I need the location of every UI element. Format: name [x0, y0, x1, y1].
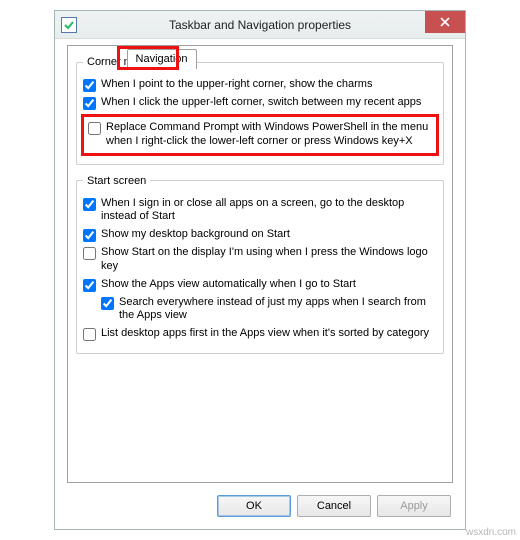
- tab-navigation[interactable]: Navigation: [127, 49, 197, 69]
- watermark: wsxdn.com: [466, 527, 516, 538]
- window-title: Taskbar and Navigation properties: [85, 18, 465, 32]
- tab-panel-navigation: Corner navigation When I point to the up…: [67, 45, 453, 483]
- checkbox-start-display[interactable]: [83, 247, 96, 260]
- checkbox-powershell-label: Replace Command Prompt with Windows Powe…: [106, 121, 432, 149]
- properties-window: Taskbar and Navigation properties Taskba…: [54, 10, 466, 530]
- checkbox-list-desktop-first[interactable]: [83, 328, 96, 341]
- app-icon: [61, 17, 77, 33]
- checkbox-row-go-desktop[interactable]: When I sign in or close all apps on a sc…: [83, 197, 437, 225]
- checkbox-search-everywhere-label: Search everywhere instead of just my app…: [119, 296, 437, 324]
- checkbox-charms-label: When I point to the upper-right corner, …: [101, 78, 437, 92]
- group-start-screen-legend: Start screen: [83, 175, 150, 187]
- close-icon: [440, 17, 450, 27]
- close-button[interactable]: [425, 11, 465, 33]
- checkbox-row-switch-apps[interactable]: When I click the upper-left corner, swit…: [83, 96, 437, 110]
- checkbox-switch-apps-label: When I click the upper-left corner, swit…: [101, 96, 437, 110]
- checkbox-apps-view[interactable]: [83, 279, 96, 292]
- checkbox-row-list-desktop-first[interactable]: List desktop apps first in the Apps view…: [83, 327, 437, 341]
- ok-button[interactable]: OK: [217, 495, 291, 517]
- checkbox-row-start-display[interactable]: Show Start on the display I'm using when…: [83, 246, 437, 274]
- cancel-button[interactable]: Cancel: [297, 495, 371, 517]
- checkbox-charms[interactable]: [83, 79, 96, 92]
- checkbox-desktop-bg-label: Show my desktop background on Start: [101, 228, 437, 242]
- titlebar: Taskbar and Navigation properties: [55, 11, 465, 39]
- checkbox-go-desktop-label: When I sign in or close all apps on a sc…: [101, 197, 437, 225]
- dialog-buttons: OK Cancel Apply: [217, 495, 451, 517]
- checkbox-go-desktop[interactable]: [83, 198, 96, 211]
- highlight-powershell-option: Replace Command Prompt with Windows Powe…: [81, 114, 439, 156]
- checkbox-row-powershell[interactable]: Replace Command Prompt with Windows Powe…: [88, 121, 432, 149]
- checkbox-apps-view-label: Show the Apps view automatically when I …: [101, 278, 437, 292]
- checkbox-search-everywhere[interactable]: [101, 297, 114, 310]
- apply-button[interactable]: Apply: [377, 495, 451, 517]
- checkbox-row-charms[interactable]: When I point to the upper-right corner, …: [83, 78, 437, 92]
- checkbox-row-apps-view[interactable]: Show the Apps view automatically when I …: [83, 278, 437, 292]
- checkbox-switch-apps[interactable]: [83, 97, 96, 110]
- checkbox-row-desktop-bg[interactable]: Show my desktop background on Start: [83, 228, 437, 242]
- checkbox-powershell[interactable]: [88, 122, 101, 135]
- checkbox-start-display-label: Show Start on the display I'm using when…: [101, 246, 437, 274]
- checkbox-row-search-everywhere[interactable]: Search everywhere instead of just my app…: [83, 296, 437, 324]
- group-corner-navigation: Corner navigation When I point to the up…: [76, 56, 444, 165]
- group-start-screen: Start screen When I sign in or close all…: [76, 175, 444, 355]
- checkbox-desktop-bg[interactable]: [83, 229, 96, 242]
- checkbox-list-desktop-first-label: List desktop apps first in the Apps view…: [101, 327, 437, 341]
